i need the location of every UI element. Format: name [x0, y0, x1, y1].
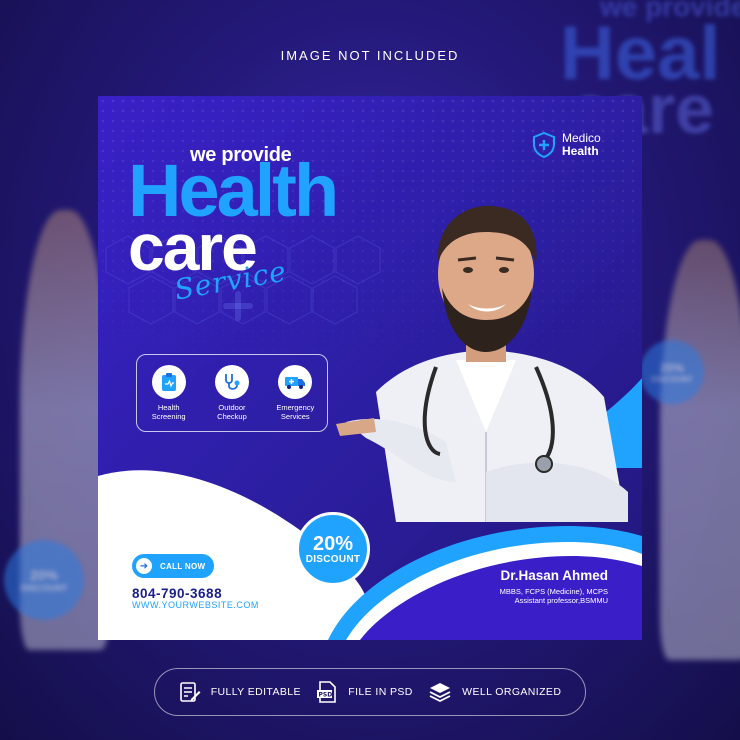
discount-badge: 20% DISCOUNT — [296, 512, 370, 586]
feature-label: FULLY EDITABLE — [210, 686, 301, 698]
feature-well-organized: WELL ORGANIZED — [428, 681, 561, 703]
call-now-label: CALL NOW — [160, 561, 206, 571]
svg-text:PSD: PSD — [319, 692, 333, 699]
doctor-credentials-line2: Assistant professor,BSMMU — [514, 596, 608, 606]
call-now-button[interactable]: ➜ CALL NOW — [132, 554, 214, 578]
doctor-photo — [336, 205, 628, 522]
edit-document-icon — [179, 682, 201, 702]
bg-discount-badge-right: 20% DISCOUNT — [640, 340, 704, 404]
doctor-credentials: MBBS, FCPS (Medicine), MCPS Assistant pr… — [500, 587, 608, 606]
discount-percent: 20% — [312, 532, 354, 555]
health-care-post-card: we provide Health care Service Medico He… — [98, 96, 642, 640]
psd-file-icon: PSD — [317, 681, 337, 703]
features-bar: FULLY EDITABLE PSD FILE IN PSD WELL ORGA… — [154, 668, 586, 716]
layers-icon — [429, 683, 451, 703]
feature-fully-editable: FULLY EDITABLE — [179, 681, 301, 703]
phone-number: 804-790-3688 — [132, 586, 223, 601]
bg-discount-badge: 20% DISCOUNT — [4, 540, 84, 620]
image-not-included-label: IMAGE NOT INCLUDED — [280, 48, 460, 63]
feature-label: WELL ORGANIZED — [462, 686, 562, 698]
doctor-credentials-line1: MBBS, FCPS (Medicine), MCPS — [499, 587, 608, 596]
feature-label: FILE IN PSD — [348, 686, 413, 698]
feature-file-in-psd: PSD FILE IN PSD — [316, 681, 413, 703]
doctor-name: Dr.Hasan Ahmed — [500, 568, 608, 583]
website-url[interactable]: WWW.YOURWEBSITE.COM — [132, 600, 259, 610]
arrow-right-icon: ➜ — [136, 558, 152, 574]
discount-label: DISCOUNT — [305, 553, 361, 565]
bg-doctor-right — [660, 240, 740, 660]
